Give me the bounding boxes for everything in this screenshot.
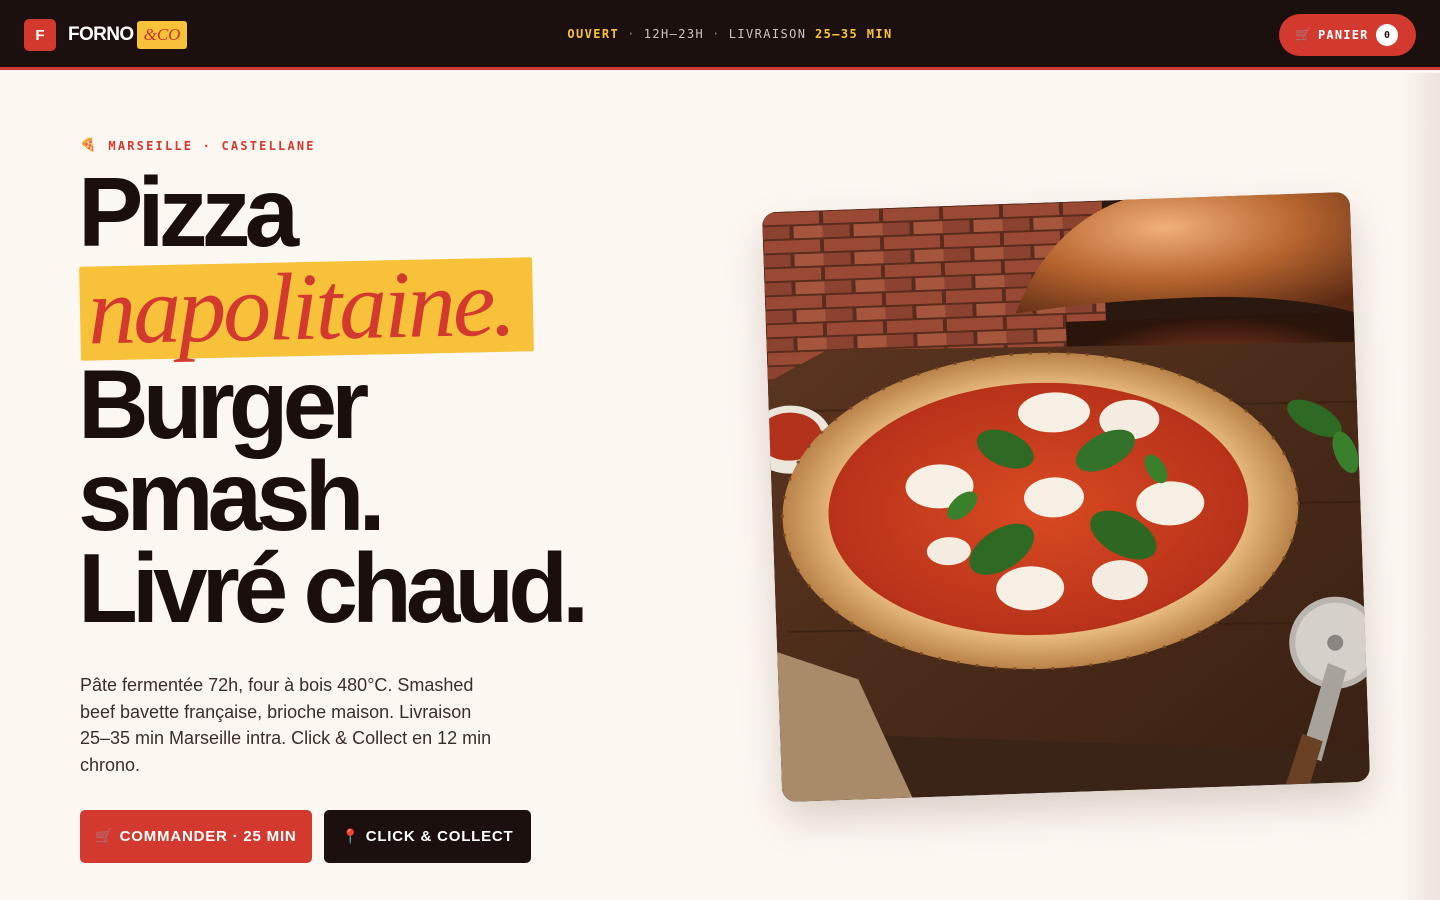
hero-headline: Pizza napolitaine. Burger smash. Livré c… — [78, 157, 589, 643]
hero-description: Pâte fermentée 72h, four à bois 480°C. S… — [80, 675, 492, 776]
click-collect-button[interactable]: 📍 CLICK & COLLECT — [324, 810, 531, 863]
pizza-slice-icon: 🍕 — [80, 138, 99, 153]
cart-label: PANIER — [1318, 28, 1369, 42]
delivery-label: LIVRAISON — [728, 27, 807, 41]
pin-icon: 📍 — [341, 828, 360, 844]
top-nav-bar: F FORNO &CO OUVERT · 12H–23H · LIVRAISON 25–… — [0, 0, 1440, 70]
open-status-label: OUVERT — [567, 27, 620, 41]
pizza-illustration — [761, 191, 1371, 803]
cart-count-badge: 0 — [1376, 24, 1398, 46]
opening-status: OUVERT · 12H–23H · LIVRAISON 25–35 MIN — [0, 27, 1440, 41]
cart-icon: 🛒 — [95, 828, 114, 844]
opening-hours: 12H–23H — [643, 27, 705, 41]
order-button-label: COMMANDER · 25 MIN — [119, 828, 297, 845]
delivery-time: 25–35 MIN — [815, 27, 893, 41]
click-collect-label: CLICK & COLLECT — [365, 828, 514, 845]
hero-pizza-photo — [761, 191, 1371, 803]
headline-line-livre-chaud: Livré chaud. — [78, 533, 589, 643]
location-eyebrow: 🍕 MARSEILLE · CASTELLANE — [80, 138, 316, 153]
edge-shadow — [1400, 73, 1440, 900]
headline-line-smash: smash. — [78, 441, 386, 551]
separator-dot: · — [627, 27, 636, 41]
cart-button[interactable]: 🛒 PANIER 0 — [1279, 14, 1416, 56]
order-button[interactable]: 🛒 COMMANDER · 25 MIN — [80, 810, 312, 863]
headline-line-pizza: Pizza — [78, 157, 299, 267]
headline-line-napolitaine: napolitaine. — [86, 248, 515, 365]
cart-icon: 🛒 — [1295, 27, 1312, 42]
location-label: MARSEILLE · CASTELLANE — [108, 138, 316, 153]
headline-line-burger: Burger — [78, 349, 369, 459]
separator-dot: · — [712, 27, 721, 41]
headline-accent: napolitaine. — [78, 249, 583, 364]
